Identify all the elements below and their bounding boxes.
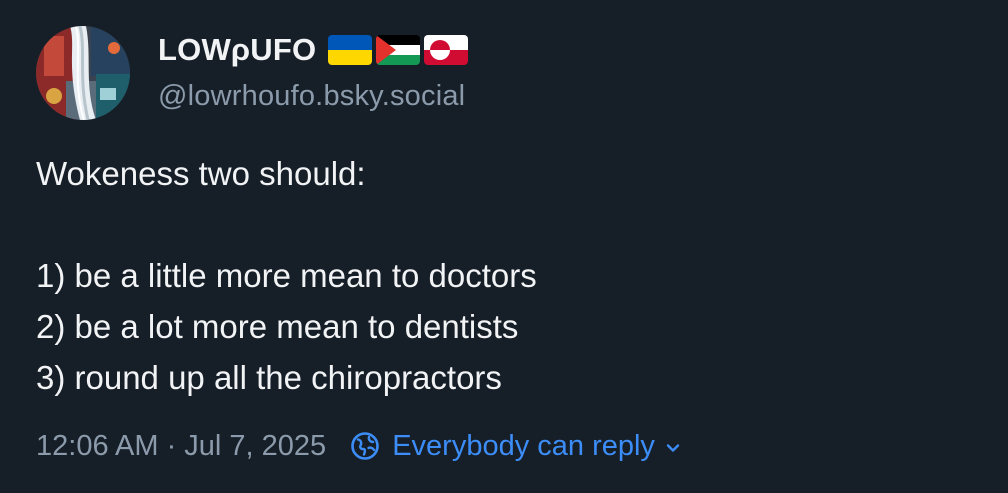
author-handle[interactable]: @lowrhoufo.bsky.social [158,80,468,113]
post-line: 1) be a little more mean to doctors [36,257,537,294]
ukraine-flag-icon [328,35,373,65]
post-line: Wokeness two should: [36,155,366,192]
reply-setting-label: Everybody can reply [392,429,655,462]
reply-setting-button[interactable]: Everybody can reply [350,430,681,463]
name-row: LOWρUFO [158,28,469,72]
post-line [36,199,976,250]
chevron-down-icon [666,444,680,452]
post-body: Wokeness two should: 1) be a little more… [36,148,976,403]
post-card: LOWρUFO @lowrhoufo.bsky.social Wokeness … [0,0,1008,493]
post-timestamp: 12:06 AM · Jul 7, 2025 [36,429,327,462]
display-name[interactable]: LOWρUFO [158,32,316,68]
post-meta: 12:06 AM · Jul 7, 2025 Everybody can rep… [36,424,681,468]
palestine-flag-icon [376,35,421,65]
flag-emojis [328,35,469,65]
author-info: LOWρUFO @lowrhoufo.bsky.social [158,28,469,113]
globe-icon [351,432,379,460]
avatar-image [36,26,130,120]
post-line: 2) be a lot more mean to dentists [36,308,519,345]
avatar[interactable] [36,26,130,120]
greenland-flag-icon [424,35,469,65]
post-line: 3) round up all the chiropractors [36,359,502,396]
